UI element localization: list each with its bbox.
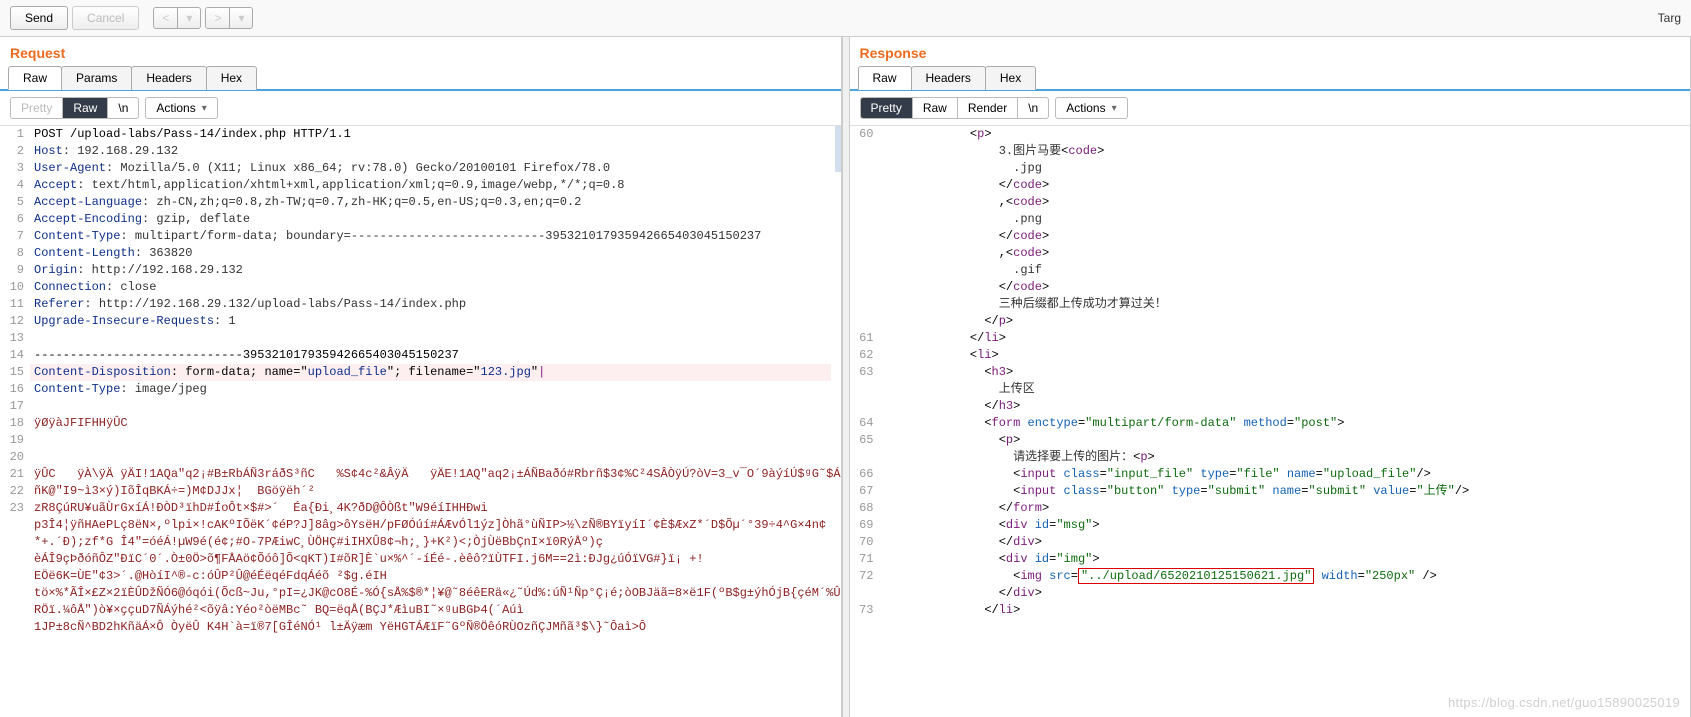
actions-dropdown[interactable]: Actions [1055, 97, 1127, 119]
request-editor[interactable]: 1POST /upload-labs/Pass-14/index.php HTT… [0, 126, 841, 717]
target-label: Targ [1658, 11, 1681, 25]
scroll-marker [835, 126, 841, 172]
response-editor[interactable]: 60 <p> 3.图片马要<code> .jpg </code> ,<code>… [850, 126, 1691, 717]
tab-hex[interactable]: Hex [206, 66, 257, 90]
response-pane: Response Raw Headers Hex Pretty Raw Rend… [850, 37, 1691, 717]
request-subbar: Pretty Raw \n Actions [0, 91, 841, 126]
mode-render[interactable]: Render [958, 98, 1018, 118]
request-title: Request [0, 37, 841, 65]
watermark: https://blog.csdn.net/guo15890025019 [1448, 694, 1680, 711]
response-subbar: Pretty Raw Render \n Actions [850, 91, 1691, 126]
send-button[interactable]: Send [10, 6, 68, 30]
request-pane: Request Raw Params Headers Hex Pretty Ra… [0, 37, 842, 717]
tab-hex[interactable]: Hex [985, 66, 1036, 90]
tab-raw[interactable]: Raw [858, 66, 912, 90]
dropdown-icon[interactable]: ▾ [230, 8, 252, 28]
mode-newline[interactable]: \n [108, 98, 138, 118]
tab-raw[interactable]: Raw [8, 66, 62, 90]
pane-splitter[interactable] [842, 37, 850, 717]
actions-dropdown[interactable]: Actions [145, 97, 217, 119]
nav-fwd-group[interactable]: > ▾ [205, 7, 253, 29]
nav-back-group[interactable]: < ▾ [153, 7, 201, 29]
chevron-right-icon[interactable]: > [206, 8, 230, 28]
response-title: Response [850, 37, 1691, 65]
mode-pretty[interactable]: Pretty [11, 98, 63, 118]
mode-raw[interactable]: Raw [913, 98, 958, 118]
request-tabs: Raw Params Headers Hex [0, 65, 841, 91]
tab-headers[interactable]: Headers [131, 66, 206, 90]
tab-headers[interactable]: Headers [911, 66, 986, 90]
main-toolbar: Send Cancel < ▾ > ▾ Targ [0, 0, 1691, 37]
view-mode-pill: Pretty Raw Render \n [860, 97, 1050, 119]
mode-newline[interactable]: \n [1018, 98, 1048, 118]
view-mode-pill: Pretty Raw \n [10, 97, 139, 119]
cancel-button[interactable]: Cancel [72, 6, 139, 30]
tab-params[interactable]: Params [61, 66, 132, 90]
chevron-left-icon[interactable]: < [154, 8, 178, 28]
mode-raw[interactable]: Raw [63, 98, 108, 118]
dropdown-icon[interactable]: ▾ [178, 8, 200, 28]
response-tabs: Raw Headers Hex [850, 65, 1691, 91]
mode-pretty[interactable]: Pretty [861, 98, 913, 118]
